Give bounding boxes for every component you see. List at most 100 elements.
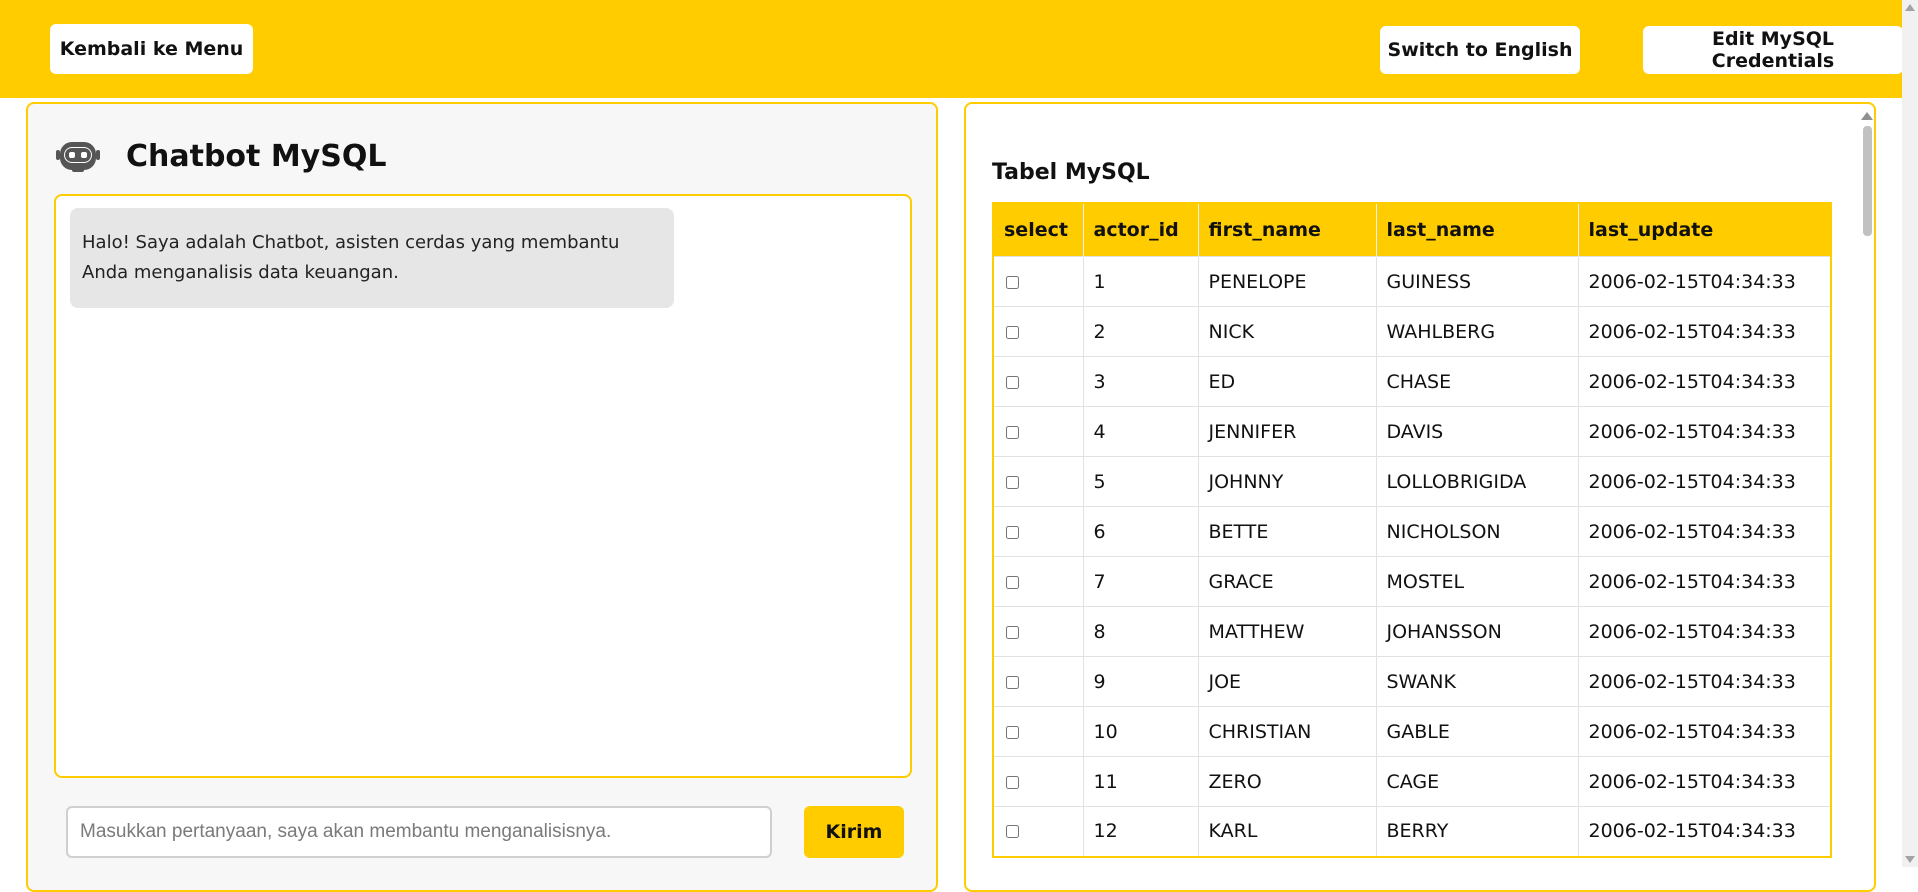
cell-actor-id: 12: [1083, 806, 1199, 857]
cell-last-update: 2006-02-15T04:34:33: [1578, 756, 1831, 807]
cell-actor-id: 3: [1083, 356, 1199, 407]
table-title: Tabel MySQL: [992, 160, 1150, 185]
row-select-cell: [993, 306, 1084, 357]
column-header-actor-id[interactable]: actor_id: [1083, 203, 1199, 257]
scroll-down-icon[interactable]: [1905, 856, 1915, 863]
row-select-cell: [993, 706, 1084, 757]
row-checkbox[interactable]: [1006, 375, 1019, 389]
cell-actor-id: 8: [1083, 606, 1199, 657]
cell-last-name: JOHANSSON: [1376, 606, 1579, 657]
cell-actor-id: 1: [1083, 256, 1199, 307]
cell-last-update: 2006-02-15T04:34:33: [1578, 706, 1831, 757]
row-select-cell: [993, 606, 1084, 657]
row-select-cell: [993, 356, 1084, 407]
row-select-cell: [993, 556, 1084, 607]
table-row: 11 ZERO CAGE 2006-02-15T04:34:33: [993, 756, 1831, 807]
cell-last-name: NICHOLSON: [1376, 506, 1579, 557]
cell-actor-id: 11: [1083, 756, 1199, 807]
row-checkbox[interactable]: [1006, 525, 1019, 539]
table-row: 12 KARL BERRY 2006-02-15T04:34:33: [993, 806, 1831, 857]
cell-first-name: BETTE: [1198, 506, 1377, 557]
cell-actor-id: 9: [1083, 656, 1199, 707]
table-row: 8 MATTHEW JOHANSSON 2006-02-15T04:34:33: [993, 606, 1831, 657]
cell-first-name: GRACE: [1198, 556, 1377, 607]
row-checkbox[interactable]: [1006, 675, 1019, 689]
cell-last-update: 2006-02-15T04:34:33: [1578, 556, 1831, 607]
cell-last-name: MOSTEL: [1376, 556, 1579, 607]
cell-last-update: 2006-02-15T04:34:33: [1578, 306, 1831, 357]
send-button[interactable]: Kirim: [804, 806, 904, 858]
cell-last-update: 2006-02-15T04:34:33: [1578, 506, 1831, 557]
row-checkbox[interactable]: [1006, 325, 1019, 339]
table-row: 5 JOHNNY LOLLOBRIGIDA 2006-02-15T04:34:33: [993, 456, 1831, 507]
row-select-cell: [993, 506, 1084, 557]
switch-language-button[interactable]: Switch to English: [1380, 26, 1580, 74]
row-checkbox[interactable]: [1006, 825, 1019, 839]
cell-last-name: WAHLBERG: [1376, 306, 1579, 357]
cell-last-name: GUINESS: [1376, 256, 1579, 307]
scroll-up-arrow-icon[interactable]: [1861, 112, 1873, 120]
page-scrollbar[interactable]: [1902, 0, 1918, 867]
column-header-first-name[interactable]: first_name: [1198, 203, 1377, 257]
row-select-cell: [993, 456, 1084, 507]
bot-message: Halo! Saya adalah Chatbot, asisten cerda…: [70, 208, 674, 308]
table-row: 3 ED CHASE 2006-02-15T04:34:33: [993, 356, 1831, 407]
scrollbar-thumb[interactable]: [1863, 126, 1872, 236]
chat-title: Chatbot MySQL: [126, 138, 387, 174]
cell-first-name: MATTHEW: [1198, 606, 1377, 657]
table-row: 2 NICK WAHLBERG 2006-02-15T04:34:33: [993, 306, 1831, 357]
cell-last-name: LOLLOBRIGIDA: [1376, 456, 1579, 507]
cell-last-update: 2006-02-15T04:34:33: [1578, 256, 1831, 307]
question-input[interactable]: [66, 806, 772, 858]
row-select-cell: [993, 656, 1084, 707]
table-header-row: select actor_id first_name last_name las…: [993, 203, 1831, 257]
cell-first-name: KARL: [1198, 806, 1377, 857]
cell-first-name: NICK: [1198, 306, 1377, 357]
table-row: 1 PENELOPE GUINESS 2006-02-15T04:34:33: [993, 256, 1831, 307]
column-header-last-update[interactable]: last_update: [1578, 203, 1831, 257]
cell-last-update: 2006-02-15T04:34:33: [1578, 406, 1831, 457]
cell-last-name: CHASE: [1376, 356, 1579, 407]
table-scrollbar[interactable]: [1858, 104, 1874, 890]
row-checkbox[interactable]: [1006, 425, 1019, 439]
chat-panel: Chatbot MySQL Halo! Saya adalah Chatbot,…: [26, 102, 938, 892]
row-select-cell: [993, 406, 1084, 457]
row-checkbox[interactable]: [1006, 725, 1019, 739]
back-to-menu-button[interactable]: Kembali ke Menu: [50, 24, 253, 74]
cell-last-name: SWANK: [1376, 656, 1579, 707]
cell-actor-id: 4: [1083, 406, 1199, 457]
row-select-cell: [993, 806, 1084, 857]
cell-last-name: GABLE: [1376, 706, 1579, 757]
table-row: 9 JOE SWANK 2006-02-15T04:34:33: [993, 656, 1831, 707]
robot-icon: [56, 136, 100, 176]
table-row: 10 CHRISTIAN GABLE 2006-02-15T04:34:33: [993, 706, 1831, 757]
cell-first-name: ZERO: [1198, 756, 1377, 807]
row-checkbox[interactable]: [1006, 575, 1019, 589]
cell-last-update: 2006-02-15T04:34:33: [1578, 606, 1831, 657]
row-select-cell: [993, 256, 1084, 307]
top-bar: Kembali ke Menu Switch to English Edit M…: [0, 0, 1903, 98]
row-checkbox[interactable]: [1006, 475, 1019, 489]
chat-messages-area[interactable]: Halo! Saya adalah Chatbot, asisten cerda…: [54, 194, 912, 778]
cell-first-name: PENELOPE: [1198, 256, 1377, 307]
cell-first-name: CHRISTIAN: [1198, 706, 1377, 757]
cell-first-name: JENNIFER: [1198, 406, 1377, 457]
table-row: 7 GRACE MOSTEL 2006-02-15T04:34:33: [993, 556, 1831, 607]
table-row: 4 JENNIFER DAVIS 2006-02-15T04:34:33: [993, 406, 1831, 457]
cell-actor-id: 6: [1083, 506, 1199, 557]
mysql-table: select actor_id first_name last_name las…: [992, 202, 1832, 858]
cell-last-update: 2006-02-15T04:34:33: [1578, 456, 1831, 507]
cell-last-update: 2006-02-15T04:34:33: [1578, 656, 1831, 707]
column-header-select[interactable]: select: [993, 203, 1084, 257]
cell-first-name: JOHNNY: [1198, 456, 1377, 507]
row-checkbox[interactable]: [1006, 275, 1019, 289]
row-checkbox[interactable]: [1006, 625, 1019, 639]
edit-credentials-button[interactable]: Edit MySQL Credentials: [1643, 26, 1903, 74]
cell-last-name: DAVIS: [1376, 406, 1579, 457]
column-header-last-name[interactable]: last_name: [1376, 203, 1579, 257]
cell-actor-id: 7: [1083, 556, 1199, 607]
scroll-up-icon[interactable]: [1905, 4, 1915, 11]
cell-first-name: JOE: [1198, 656, 1377, 707]
cell-last-name: CAGE: [1376, 756, 1579, 807]
row-checkbox[interactable]: [1006, 775, 1019, 789]
